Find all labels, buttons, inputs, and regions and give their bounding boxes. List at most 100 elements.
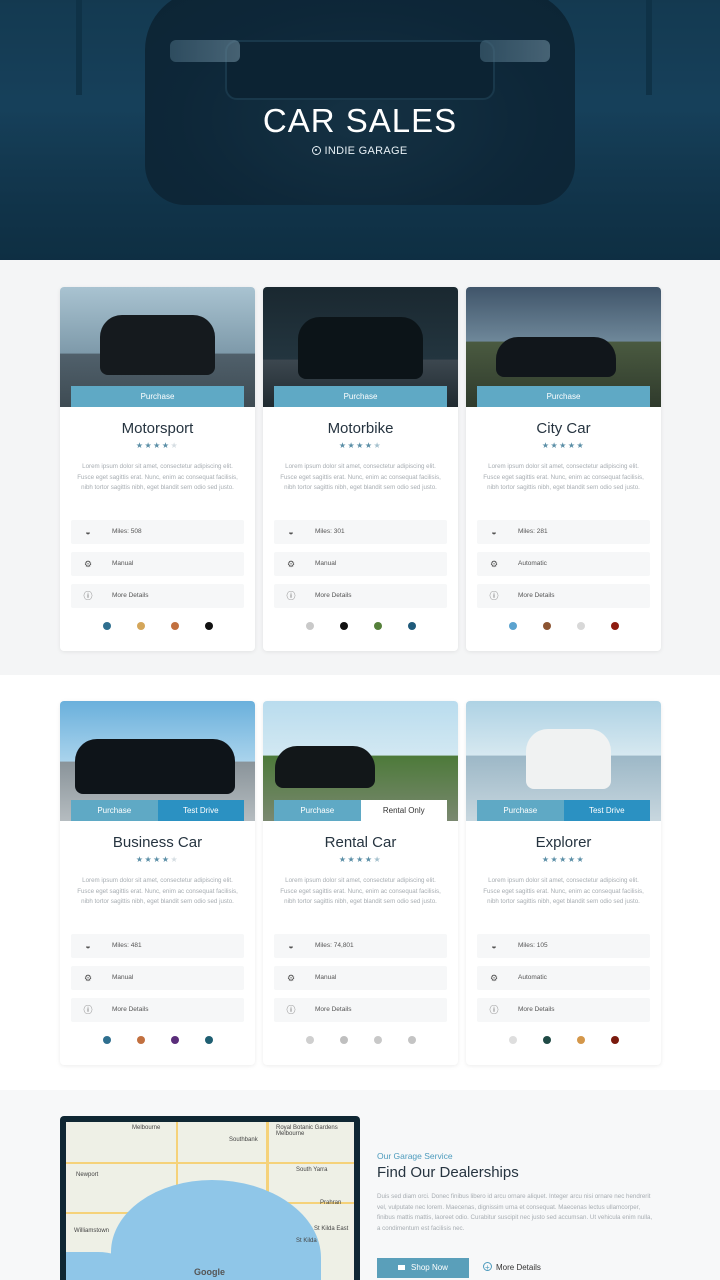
card-description: Lorem ipsum dolor sit amet, consectetur …: [280, 463, 441, 491]
color-swatch[interactable]: [407, 1036, 416, 1044]
star-icon: ★: [347, 855, 357, 864]
map-label: St Kilda: [296, 1238, 317, 1244]
spec-row: ⚙ Automatic: [477, 552, 650, 576]
color-swatch[interactable]: [339, 622, 348, 630]
card-title: Motorbike: [327, 420, 394, 437]
map-label: South Yarra: [296, 1167, 328, 1173]
color-swatch[interactable]: [305, 622, 314, 630]
card-action-bar: Purchase: [477, 386, 650, 407]
section-title: Find Our Dealerships: [377, 1164, 519, 1181]
color-swatch[interactable]: [204, 622, 213, 630]
spec-text: More Details: [315, 1006, 352, 1013]
color-swatch[interactable]: [407, 622, 416, 630]
star-icon: ★: [170, 855, 180, 864]
color-swatch[interactable]: [170, 622, 179, 630]
color-swatch[interactable]: [610, 622, 619, 630]
star-icon: ★: [144, 441, 154, 450]
color-options: [466, 1036, 661, 1044]
more-details-row[interactable]: ⓘ More Details: [274, 584, 447, 608]
vehicle-card: Purchase City Car ★★★★★ Lorem ipsum dolor s…: [466, 287, 661, 651]
star-rating: ★★★★★: [466, 441, 661, 450]
purchase-button[interactable]: Purchase: [71, 386, 244, 407]
star-icon: ★: [559, 441, 568, 450]
color-swatch[interactable]: [305, 1036, 314, 1044]
color-swatch[interactable]: [170, 1036, 179, 1044]
card-title: Motorsport: [121, 420, 194, 437]
vehicle-card: Purchase Motorsport ★★★★★ Lorem ipsum dolor…: [60, 287, 255, 651]
gears-icon: ⚙: [489, 973, 499, 983]
location-icon: [312, 146, 322, 155]
info-icon: ⓘ: [286, 1005, 296, 1015]
map-label: Royal Botanic Gardens Melbourne: [276, 1125, 338, 1137]
gears-icon: ⚙: [286, 559, 296, 569]
purchase-button[interactable]: Purchase: [477, 800, 564, 821]
speedometer-icon: ◒: [85, 527, 91, 537]
color-swatch[interactable]: [373, 1036, 382, 1044]
color-swatch[interactable]: [339, 1036, 348, 1044]
hero-banner: CAR SALES INDIE GARAGE: [0, 0, 720, 260]
card-description: Lorem ipsum dolor sit amet, consectetur …: [483, 463, 644, 491]
spec-row: ◒ Miles: 74,801: [274, 934, 447, 958]
color-swatch[interactable]: [542, 622, 551, 630]
color-options: [263, 622, 458, 630]
spec-text: More Details: [112, 1006, 149, 1013]
purchase-button[interactable]: Purchase: [274, 800, 361, 821]
color-swatch[interactable]: [576, 1036, 585, 1044]
color-swatch[interactable]: [102, 622, 111, 630]
section-description: Duis sed diam orci. Donec finibus libero…: [377, 1193, 653, 1232]
shop-now-button[interactable]: Shop Now: [377, 1258, 469, 1278]
gears-icon: ⚙: [83, 973, 93, 983]
test-drive-button[interactable]: Test Drive: [157, 800, 244, 821]
spec-row: ◒ Miles: 481: [71, 934, 244, 958]
more-details-row[interactable]: ⓘ More Details: [71, 584, 244, 608]
vehicle-card: Purchase Motorbike ★★★★★ Lorem ipsum dolor …: [263, 287, 458, 651]
color-swatch[interactable]: [576, 622, 585, 630]
vehicle-image: [100, 315, 215, 375]
color-swatch[interactable]: [373, 622, 382, 630]
vehicle-image: [275, 746, 375, 788]
more-details-label: More Details: [496, 1263, 541, 1272]
spec-row: ◒ Miles: 508: [71, 520, 244, 544]
star-icon: ★: [567, 855, 577, 864]
plus-circle-icon: [483, 1258, 492, 1278]
map-label: Williamstown: [74, 1228, 110, 1234]
color-swatch[interactable]: [542, 1036, 551, 1044]
color-swatch[interactable]: [102, 1036, 111, 1044]
purchase-button[interactable]: Purchase: [71, 800, 158, 821]
more-details-row[interactable]: ⓘ More Details: [71, 998, 244, 1022]
star-icon: ★: [161, 441, 171, 450]
test-drive-button[interactable]: Test Drive: [563, 800, 650, 821]
vehicle-image: [298, 317, 423, 379]
info-icon: ⓘ: [83, 1005, 93, 1015]
more-details-row[interactable]: ⓘ More Details: [274, 998, 447, 1022]
card-action-bar: Purchase Test Drive: [477, 800, 650, 821]
spec-text: Miles: 281: [518, 528, 548, 535]
map-label: Newport: [76, 1172, 99, 1178]
vehicle-card: Purchase Test Drive Business Car ★★★★★ Lorem…: [60, 701, 255, 1065]
rental-only-button[interactable]: Rental Only: [360, 800, 447, 821]
more-details-row[interactable]: ⓘ More Details: [477, 584, 650, 608]
card-title: Explorer: [535, 834, 592, 851]
spec-text: Manual: [315, 974, 337, 981]
color-swatch[interactable]: [610, 1036, 619, 1044]
color-swatch[interactable]: [204, 1036, 213, 1044]
star-rating: ★★★★★: [263, 441, 458, 450]
speedometer-icon: ◒: [288, 941, 294, 951]
color-swatch[interactable]: [136, 1036, 145, 1044]
card-action-bar: Purchase Rental Only: [274, 800, 447, 821]
color-swatch[interactable]: [136, 622, 145, 630]
vehicle-image: [75, 739, 235, 794]
color-swatch[interactable]: [508, 622, 517, 630]
map-canvas[interactable]: Melbourne Newport Williamstown Southbank…: [66, 1122, 354, 1280]
shop-now-label: Shop Now: [411, 1263, 448, 1272]
dealership-map[interactable]: Melbourne Newport Williamstown Southbank…: [60, 1116, 360, 1280]
card-action-bar: Purchase Test Drive: [71, 800, 244, 821]
more-details-row[interactable]: ⓘ More Details: [477, 998, 650, 1022]
spec-text: Manual: [112, 974, 134, 981]
purchase-button[interactable]: Purchase: [477, 386, 650, 407]
color-options: [466, 622, 661, 630]
card-description: Lorem ipsum dolor sit amet, consectetur …: [77, 463, 238, 491]
color-swatch[interactable]: [508, 1036, 517, 1044]
more-details-link[interactable]: More Details: [483, 1258, 541, 1278]
purchase-button[interactable]: Purchase: [274, 386, 447, 407]
